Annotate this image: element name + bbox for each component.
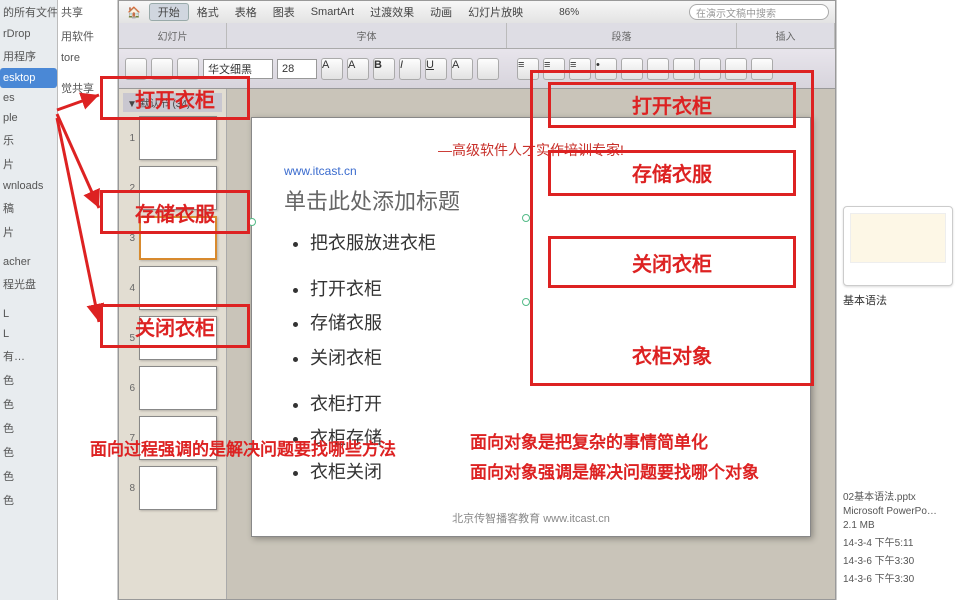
- file-preview-panel: 基本语法 02基本语法.pptx Microsoft PowerPo… 2.1 …: [836, 0, 960, 600]
- tab-home[interactable]: 开始: [149, 3, 189, 21]
- bullet: 衣柜打开: [310, 387, 778, 421]
- preview-app: Microsoft PowerPo…: [843, 506, 954, 517]
- tab-smartart[interactable]: SmartArt: [303, 6, 362, 18]
- tab-charts[interactable]: 图表: [265, 4, 303, 20]
- tab-tables[interactable]: 表格: [227, 4, 265, 20]
- finder-item[interactable]: 色: [0, 464, 57, 488]
- tab-format[interactable]: 格式: [189, 4, 227, 20]
- slide-footer: 北京传智播客教育 www.itcast.cn: [252, 510, 810, 526]
- annotation-label: 关闭衣柜: [110, 312, 240, 341]
- slide-thumb[interactable]: 8: [123, 466, 222, 510]
- finder-item[interactable]: [0, 244, 57, 252]
- finder-item[interactable]: 用软件: [58, 24, 117, 48]
- finder-item-selected[interactable]: esktop: [0, 68, 57, 88]
- group-paragraph: 段落: [507, 23, 737, 48]
- selection-handle[interactable]: [522, 214, 530, 222]
- annotation-caption-right-2: 面向对象强调是解决问题要找哪个对象: [470, 458, 870, 483]
- finder-item[interactable]: 色: [0, 440, 57, 464]
- finder-item[interactable]: 用程序: [0, 44, 57, 68]
- home-icon[interactable]: 🏠: [119, 6, 149, 19]
- preview-caption: 基本语法: [843, 292, 954, 308]
- highlight-button[interactable]: [477, 58, 499, 80]
- finder-item[interactable]: L: [0, 304, 57, 324]
- font-size-select[interactable]: 28: [277, 59, 317, 79]
- finder-item[interactable]: 色: [0, 392, 57, 416]
- decrease-font-button[interactable]: A: [347, 58, 369, 80]
- annotation-label: 衣柜对象: [548, 340, 796, 369]
- ribbon-group-labels: 幻灯片 字体 段落 插入: [119, 23, 835, 49]
- finder-item[interactable]: 色: [0, 488, 57, 512]
- finder-item[interactable]: 片: [0, 152, 57, 176]
- underline-button[interactable]: U: [425, 58, 447, 80]
- preview-size: 2.1 MB: [843, 520, 954, 531]
- annotation-label: 存储衣服: [548, 158, 796, 187]
- finder-item[interactable]: 程光盘: [0, 272, 57, 296]
- preview-date: 14-3-4 下午5:11: [843, 534, 954, 549]
- finder-item[interactable]: 色: [0, 416, 57, 440]
- finder-item[interactable]: rDrop: [0, 24, 57, 44]
- tab-slideshow[interactable]: 幻灯片放映: [460, 4, 531, 20]
- finder-item[interactable]: wnloads: [0, 176, 57, 196]
- finder-item[interactable]: [58, 68, 117, 76]
- finder-item[interactable]: tore: [58, 48, 117, 68]
- finder-item[interactable]: acher: [0, 252, 57, 272]
- finder-item[interactable]: [0, 296, 57, 304]
- font-color-button[interactable]: A: [451, 58, 473, 80]
- annotation-label: 存储衣服: [110, 198, 240, 227]
- tab-transitions[interactable]: 过渡效果: [362, 4, 422, 20]
- bold-button[interactable]: B: [373, 58, 395, 80]
- finder-item[interactable]: L: [0, 324, 57, 344]
- annotation-caption-left: 面向过程强调的是解决问题要找哪些方法: [90, 438, 430, 462]
- tab-animations[interactable]: 动画: [422, 4, 460, 20]
- preview-thumbnail[interactable]: [843, 206, 953, 286]
- group-font: 字体: [227, 23, 507, 48]
- group-insert: 插入: [737, 23, 835, 48]
- finder-item[interactable]: ple: [0, 108, 57, 128]
- search-input[interactable]: 在演示文稿中搜索: [689, 4, 829, 20]
- slide-thumb[interactable]: 6: [123, 366, 222, 410]
- group-slides: 幻灯片: [119, 23, 227, 48]
- finder-item[interactable]: 共享: [58, 0, 117, 24]
- annotation-label: 打开衣柜: [110, 84, 240, 113]
- finder-item[interactable]: 乐: [0, 128, 57, 152]
- finder-item[interactable]: 有…: [0, 344, 57, 368]
- italic-button[interactable]: I: [399, 58, 421, 80]
- zoom-level[interactable]: 86%: [551, 7, 587, 18]
- annotation-label: 打开衣柜: [548, 90, 796, 119]
- selection-handle[interactable]: [522, 298, 530, 306]
- finder-item[interactable]: 片: [0, 220, 57, 244]
- annotation-label: 关闭衣柜: [548, 248, 796, 277]
- finder-item[interactable]: 色: [0, 368, 57, 392]
- preview-date: 14-3-6 下午3:30: [843, 570, 954, 585]
- increase-font-button[interactable]: A: [321, 58, 343, 80]
- annotation-caption-right-1: 面向对象是把复杂的事情简单化: [470, 428, 830, 453]
- finder-item[interactable]: es: [0, 88, 57, 108]
- finder-item[interactable]: 稿: [0, 196, 57, 220]
- finder-item[interactable]: 的所有文件: [0, 0, 57, 24]
- slide-thumb[interactable]: 1: [123, 116, 222, 160]
- preview-date: 14-3-6 下午3:30: [843, 552, 954, 567]
- ribbon-tabs: 🏠 开始 格式 表格 图表 SmartArt 过渡效果 动画 幻灯片放映 86%…: [119, 1, 835, 23]
- preview-filename: 02基本语法.pptx: [843, 488, 954, 503]
- finder-sidebar: 的所有文件 rDrop 用程序 esktop es ple 乐 片 wnload…: [0, 0, 58, 600]
